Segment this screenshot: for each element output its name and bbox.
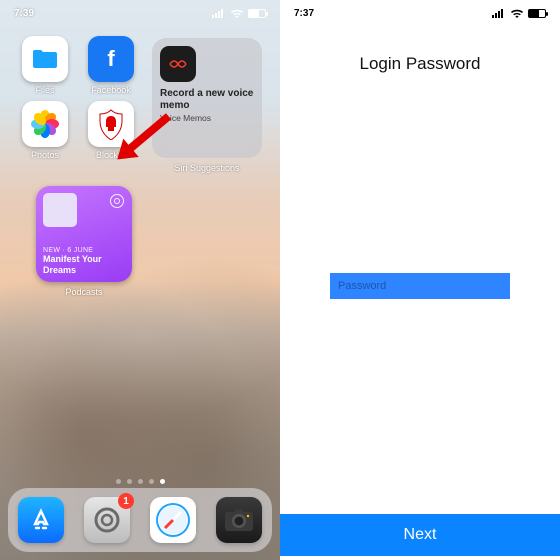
next-button[interactable]: Next <box>280 514 560 556</box>
podcast-title: Manifest Your Dreams <box>43 254 125 275</box>
wifi-icon <box>510 8 524 18</box>
home-screen: 7:39 Files f Facebook <box>0 0 280 560</box>
files-icon <box>22 36 68 82</box>
signal-icon <box>492 9 506 18</box>
next-button-label: Next <box>404 526 437 544</box>
podcasts-widget[interactable]: NEW · 6 JUNE Manifest Your Dreams Podcas… <box>36 186 132 282</box>
page-indicator[interactable] <box>0 479 280 484</box>
page-title: Login Password <box>280 54 560 74</box>
app-label: Files <box>18 85 72 95</box>
widget-label: Siri Suggestions <box>152 163 262 173</box>
battery-icon <box>248 9 266 18</box>
status-right <box>492 8 546 18</box>
password-input[interactable] <box>338 280 502 292</box>
dock-app-safari[interactable] <box>150 497 196 543</box>
siri-title: Record a new voice memo <box>160 88 254 112</box>
app-photos[interactable]: Photos <box>18 101 72 160</box>
facebook-icon: f <box>88 36 134 82</box>
password-field-wrap[interactable] <box>330 273 510 299</box>
status-time: 7:37 <box>294 8 314 19</box>
safari-icon <box>153 500 193 540</box>
app-files[interactable]: Files <box>18 36 72 95</box>
dock-app-appstore[interactable] <box>18 497 64 543</box>
podcast-artwork <box>43 193 77 227</box>
dock-app-camera[interactable] <box>216 497 262 543</box>
widget-label: Podcasts <box>36 287 132 297</box>
battery-icon <box>528 9 546 18</box>
app-facebook[interactable]: f Facebook <box>84 36 138 95</box>
app-label: Photos <box>18 150 72 160</box>
voice-memos-icon <box>160 46 196 82</box>
wifi-icon <box>230 8 244 18</box>
blocker-icon <box>88 101 134 147</box>
podcasts-icon <box>110 194 124 208</box>
signal-icon <box>212 9 226 18</box>
status-bar: 7:37 <box>280 0 560 22</box>
podcast-meta: NEW · 6 JUNE <box>43 247 125 254</box>
gear-icon <box>92 505 122 535</box>
siri-suggestions-widget[interactable]: Record a new voice memo Voice Memos Siri… <box>152 38 262 158</box>
camera-icon <box>224 508 254 532</box>
login-screen: 7:37 Login Password Next <box>280 0 560 560</box>
photos-icon <box>22 101 68 147</box>
dock: 1 <box>8 488 272 552</box>
status-time: 7:39 <box>14 8 34 19</box>
app-label: Facebook <box>84 85 138 95</box>
siri-subtitle: Voice Memos <box>160 113 254 123</box>
dock-app-settings[interactable]: 1 <box>84 497 130 543</box>
status-right <box>212 8 266 18</box>
notification-badge: 1 <box>118 493 134 509</box>
appstore-icon <box>27 506 55 534</box>
status-bar: 7:39 <box>0 0 280 22</box>
